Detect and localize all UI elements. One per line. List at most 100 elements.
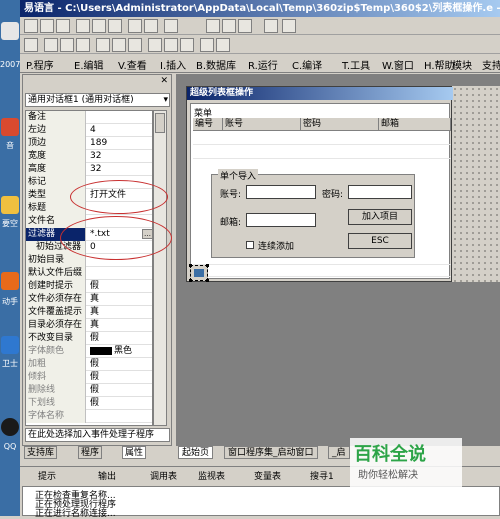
column-header[interactable]: 密码: [301, 118, 379, 131]
new-icon[interactable]: [24, 19, 38, 33]
menu-help[interactable]: H.帮助: [424, 57, 455, 72]
run-icon[interactable]: [264, 19, 278, 33]
close-icon[interactable]: ✕: [160, 76, 168, 86]
find-icon[interactable]: [164, 19, 178, 33]
component-selector[interactable]: 通用对话框1 (通用对话框) ▾: [25, 93, 170, 107]
property-row[interactable]: 文件覆盖提示真: [26, 306, 152, 319]
property-scrollbar[interactable]: [153, 110, 167, 426]
menu-edit[interactable]: E.编辑: [74, 57, 104, 72]
stop-icon[interactable]: [282, 19, 296, 33]
desktop-app-icon[interactable]: [1, 22, 19, 40]
property-value[interactable]: [88, 410, 152, 423]
property-row[interactable]: 不改变目录假: [26, 332, 152, 345]
property-value[interactable]: 假: [88, 280, 152, 293]
account-input[interactable]: [246, 185, 316, 199]
redo-icon[interactable]: [144, 19, 158, 33]
property-value[interactable]: 假: [88, 371, 152, 384]
desktop-app-icon[interactable]: [1, 118, 19, 136]
chevron-down-icon[interactable]: ▾: [163, 94, 168, 106]
property-row[interactable]: 高度 32: [26, 163, 152, 176]
property-value[interactable]: [88, 111, 152, 124]
property-value[interactable]: 真: [88, 319, 152, 332]
tab-hints[interactable]: 提示: [38, 469, 56, 482]
property-value[interactable]: 假: [88, 358, 152, 371]
align-middle-icon[interactable]: [112, 38, 126, 52]
property-row[interactable]: 左边 4: [26, 124, 152, 137]
password-input[interactable]: [348, 185, 412, 199]
window-layout-icon[interactable]: [222, 19, 236, 33]
resize-handle[interactable]: [189, 264, 192, 267]
property-value[interactable]: 4: [88, 124, 152, 137]
super-listview[interactable]: 菜单 编号 账号 密码 邮箱 单个导入 账号: 密码: 邮箱: 加入项目 连续添…: [190, 103, 451, 279]
esc-button[interactable]: ESC: [348, 233, 412, 249]
property-row[interactable]: 字体颜色 黑色: [26, 345, 152, 358]
menu-insert[interactable]: I.插入: [160, 57, 186, 72]
tab-start-page[interactable]: 起始页: [178, 446, 214, 459]
align-top-icon[interactable]: [96, 38, 110, 52]
tab-call-stack[interactable]: 调用表: [150, 469, 177, 482]
tab-properties[interactable]: 属性: [122, 446, 147, 459]
menu-database[interactable]: B.数据库: [196, 57, 236, 72]
tab-startup[interactable]: _启: [328, 446, 350, 459]
resize-handle[interactable]: [206, 279, 209, 282]
same-height-icon[interactable]: [164, 38, 178, 52]
property-value[interactable]: 黑色: [88, 345, 152, 358]
grid-icon[interactable]: [24, 38, 38, 52]
menu-run[interactable]: R.运行: [248, 57, 278, 72]
copy-icon[interactable]: [92, 19, 106, 33]
spacing-icon[interactable]: [216, 38, 230, 52]
property-value[interactable]: 32: [88, 150, 152, 163]
email-input[interactable]: [246, 213, 316, 227]
undo-icon[interactable]: [128, 19, 142, 33]
save-icon[interactable]: [56, 19, 70, 33]
tab-variables[interactable]: 变量表: [254, 469, 281, 482]
same-size-icon[interactable]: [180, 38, 194, 52]
open-icon[interactable]: [40, 19, 54, 33]
property-value[interactable]: 真: [88, 293, 152, 306]
property-row[interactable]: 宽度 32: [26, 150, 152, 163]
tab-watch[interactable]: 监视表: [198, 469, 225, 482]
property-value[interactable]: 32: [88, 163, 152, 176]
menu-program[interactable]: P.程序: [26, 57, 54, 72]
tab-support-library[interactable]: 支持库: [24, 446, 58, 459]
property-value[interactable]: [88, 267, 152, 280]
paste-icon[interactable]: [108, 19, 122, 33]
property-row[interactable]: 删除线假: [26, 384, 152, 397]
property-value[interactable]: 假: [88, 384, 152, 397]
resize-handle[interactable]: [189, 279, 192, 282]
property-row[interactable]: 创建时提示假: [26, 280, 152, 293]
scroll-thumb[interactable]: [155, 113, 165, 133]
menu-view[interactable]: V.查看: [118, 57, 147, 72]
property-value[interactable]: 假: [88, 397, 152, 410]
property-row[interactable]: 加粗假: [26, 358, 152, 371]
cut-icon[interactable]: [76, 19, 90, 33]
property-row[interactable]: 目录必须存在真: [26, 319, 152, 332]
menu-support[interactable]: 支持: [482, 57, 500, 72]
property-row[interactable]: 字体名称: [26, 410, 152, 423]
property-row[interactable]: 文件必须存在真: [26, 293, 152, 306]
property-value[interactable]: 真: [88, 306, 152, 319]
column-header[interactable]: 账号: [223, 118, 301, 131]
menu-compile[interactable]: C.编译: [292, 57, 322, 72]
menu-tools[interactable]: T.工具: [342, 57, 370, 72]
window-layout-icon[interactable]: [238, 19, 252, 33]
window-layout-icon[interactable]: [206, 19, 220, 33]
align-left-icon[interactable]: [44, 38, 58, 52]
align-center-icon[interactable]: [60, 38, 74, 52]
common-dialog-component[interactable]: [189, 264, 209, 282]
align-right-icon[interactable]: [76, 38, 90, 52]
same-width-icon[interactable]: [148, 38, 162, 52]
menu-module[interactable]: 模块: [452, 57, 472, 72]
tab-output[interactable]: 输出: [98, 469, 116, 482]
desktop-app-icon[interactable]: [1, 336, 19, 354]
qq-icon[interactable]: [1, 418, 19, 436]
property-row[interactable]: 顶边 189: [26, 137, 152, 150]
spacing-icon[interactable]: [200, 38, 214, 52]
tab-program[interactable]: 程序: [78, 446, 103, 459]
property-description[interactable]: 在此处选择加入事件处理子程序: [25, 428, 170, 442]
tab-startup-window[interactable]: 窗口程序集_启动窗口: [224, 446, 318, 459]
property-row[interactable]: 倾斜假: [26, 371, 152, 384]
tab-search[interactable]: 搜寻1: [310, 469, 334, 482]
add-item-button[interactable]: 加入项目: [348, 209, 412, 225]
property-value[interactable]: 189: [88, 137, 152, 150]
